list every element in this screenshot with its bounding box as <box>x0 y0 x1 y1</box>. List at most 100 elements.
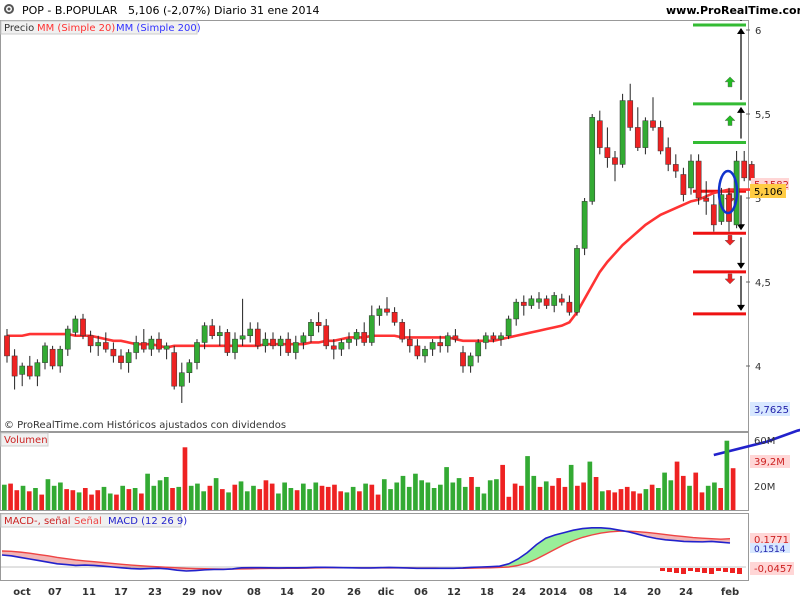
volume-panel <box>0 432 749 511</box>
volume-bar <box>724 440 730 510</box>
candle-body <box>596 120 603 148</box>
candle-body <box>42 345 48 363</box>
volume-bar <box>518 485 524 510</box>
candle-body <box>216 332 223 337</box>
volume-bar <box>176 486 182 510</box>
volume-bar <box>469 477 474 510</box>
volume-bar <box>705 485 711 510</box>
volume-bar <box>238 481 244 510</box>
candle-body <box>262 338 269 347</box>
volume-bar <box>400 475 406 510</box>
candle-body <box>688 160 694 189</box>
candle-body <box>300 335 307 343</box>
candle-body <box>376 308 383 316</box>
candle-body <box>64 328 71 350</box>
volume-bar <box>568 464 574 510</box>
candle-body <box>551 295 558 306</box>
x-tick-label: 26 <box>347 587 361 598</box>
vol-tick-60m: 60M <box>754 436 775 447</box>
candle-body <box>148 338 155 350</box>
volume-bar <box>126 489 132 510</box>
volume-bar <box>543 481 549 510</box>
legend-signal: Señal <box>74 516 102 527</box>
candle-body <box>346 338 352 343</box>
candle-body <box>353 332 360 340</box>
candle-body <box>95 342 102 347</box>
volume-bar <box>637 493 643 510</box>
volume-bar <box>101 486 107 510</box>
volume-bar <box>581 482 586 510</box>
volume-bar <box>338 491 344 510</box>
ma200-badge: 3,7625 <box>754 405 789 416</box>
candle-body <box>726 194 732 222</box>
candle-body <box>224 332 231 353</box>
candle-body <box>406 338 413 347</box>
volume-bar <box>388 489 393 510</box>
candle-body <box>558 298 565 303</box>
volume-bar <box>95 490 101 510</box>
volume-bar <box>512 483 518 510</box>
volume-bar <box>662 472 667 510</box>
macd-hist-bar <box>723 568 728 572</box>
candle-body <box>49 348 56 367</box>
volume-bar <box>170 488 175 510</box>
candle-body <box>57 348 64 367</box>
volume-bar <box>70 490 76 510</box>
volume-bar <box>269 483 275 510</box>
x-tick-label: dic <box>378 587 395 598</box>
volume-bar <box>680 475 686 510</box>
candle-body <box>748 164 755 181</box>
candle-body <box>695 160 702 199</box>
x-tick-label: 14 <box>613 587 627 598</box>
candle-body <box>566 301 573 313</box>
x-tick-label: 29 <box>182 587 196 598</box>
x-tick-label: 23 <box>148 587 162 598</box>
volume-bar <box>587 461 593 510</box>
x-tick-label: feb <box>721 587 739 598</box>
volume-bar <box>438 484 443 510</box>
candle-body <box>232 338 238 353</box>
macd-hist-bar <box>688 568 693 571</box>
chart-canvas: 6,565,554,54 oct0711172329nov08142026dic… <box>0 0 800 598</box>
legend-price: Precio <box>4 23 34 34</box>
volume-bar <box>494 479 499 510</box>
x-tick-label: nov <box>202 587 223 598</box>
gear-icon[interactable] <box>3 3 15 18</box>
last-price-badge: 5,106 <box>754 187 783 198</box>
candle-body <box>543 298 550 306</box>
volume-bar <box>14 490 20 510</box>
legend-ma20: MM (Simple 20) <box>37 23 115 34</box>
candle-body <box>741 160 748 179</box>
volume-bar <box>357 491 362 510</box>
macd-hist-bar <box>716 568 721 571</box>
candle-body <box>26 365 33 377</box>
volume-bar <box>718 488 723 510</box>
volume-bar <box>2 484 7 510</box>
candle-body <box>619 100 626 165</box>
volume-bar <box>431 488 437 510</box>
volume-bar <box>151 485 157 510</box>
site-link[interactable]: www.ProRealTime.com <box>666 4 800 17</box>
candle-body <box>581 201 588 249</box>
volume-bar <box>51 485 57 510</box>
volume-bar <box>444 467 449 510</box>
candle-body <box>178 372 185 387</box>
volume-bar <box>550 485 555 510</box>
volume-bar <box>89 494 94 510</box>
candle-body <box>703 197 710 202</box>
volume-bar <box>693 472 699 510</box>
volume-bar <box>163 477 169 510</box>
candle-body <box>277 338 284 347</box>
volume-bar <box>313 482 319 510</box>
volume-bar <box>687 485 692 510</box>
volume-bar <box>624 486 630 510</box>
volume-bar <box>8 483 13 510</box>
candle-body <box>201 325 208 343</box>
volume-bar <box>481 493 487 510</box>
volume-bar <box>33 488 38 510</box>
candle-body <box>4 335 10 357</box>
volume-bar <box>263 480 269 510</box>
volume-bar <box>288 488 294 510</box>
volume-bar <box>606 490 611 510</box>
volume-bar <box>475 486 481 510</box>
